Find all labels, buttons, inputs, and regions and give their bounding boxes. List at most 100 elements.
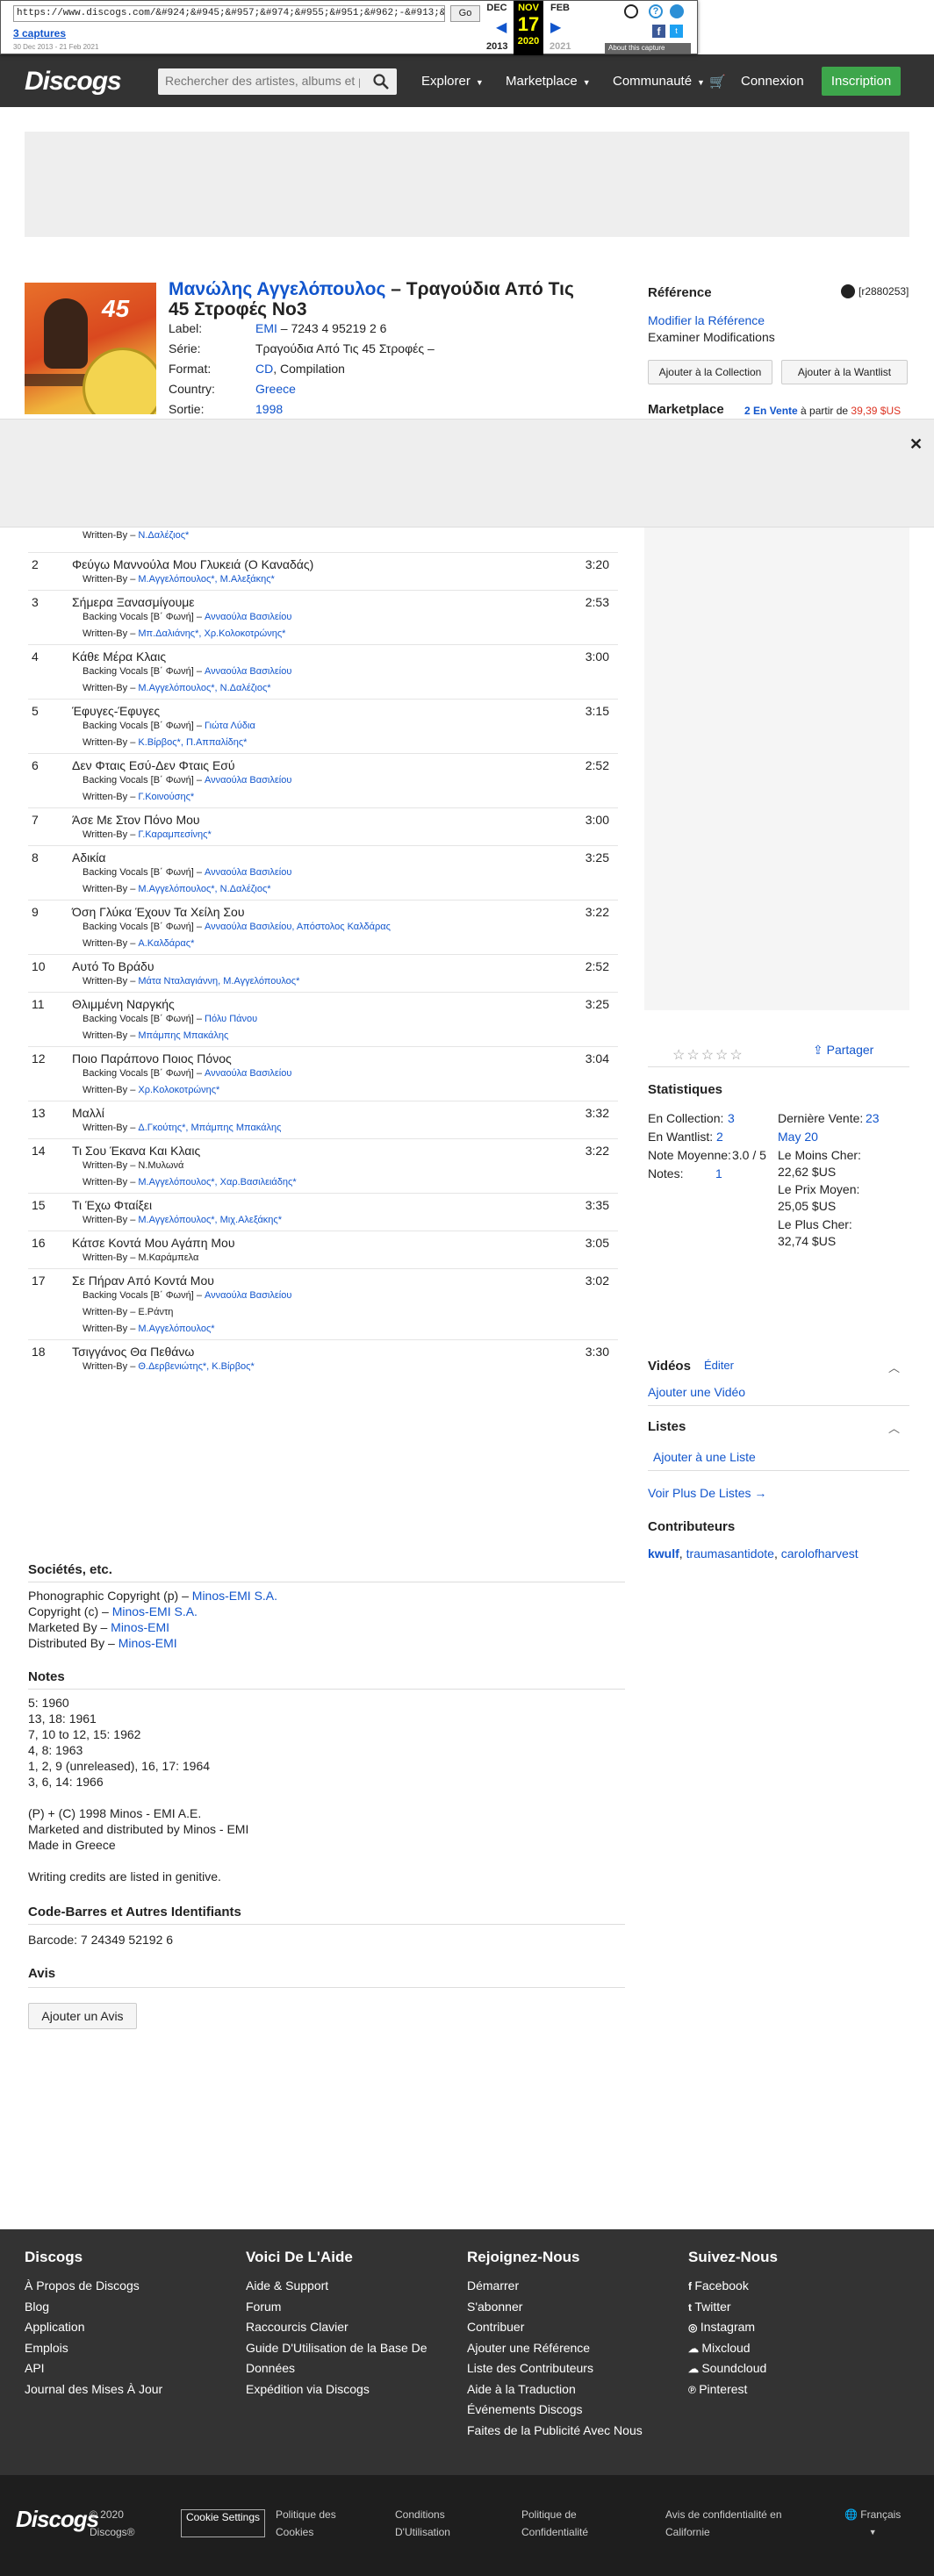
credit-names-link[interactable]: Μπ.Δαλιάνης*, Χρ.Κολοκοτρώνης* [138, 628, 285, 639]
credit-names-link[interactable]: Μ.Αγγελόπουλος*, Μιχ.Αλεξάκης* [138, 1215, 282, 1225]
wayback-prev-arrow-icon[interactable]: ◀ [496, 18, 507, 36]
footer-link[interactable]: Raccourcis Clavier [246, 2320, 348, 2334]
footer-link[interactable]: t Twitter [688, 2300, 731, 2314]
credit-names-link[interactable]: Δ.Γκούτης*, Μπάμπης Μπακάλης [138, 1123, 281, 1133]
lists-collapse-icon[interactable]: ︿ [888, 1419, 900, 1436]
add-review-button[interactable]: Ajouter un Avis [28, 2003, 137, 2029]
search-box[interactable] [158, 68, 397, 95]
contributor-link[interactable]: traumasantidote [686, 1546, 774, 1561]
footer-link[interactable]: Application [25, 2320, 85, 2334]
credit-names-link[interactable]: Ανναούλα Βασιλείου [205, 775, 291, 786]
footer-link[interactable]: ☁ Mixcloud [688, 2341, 751, 2355]
rating-stars[interactable]: ☆☆☆☆☆ [672, 1046, 744, 1064]
stat-collection-link[interactable]: 3 [728, 1111, 735, 1125]
credit-names-link[interactable]: Ανναούλα Βασιλείου [205, 1068, 291, 1079]
footer-link[interactable]: ◎ Instagram [688, 2320, 755, 2334]
footer-link[interactable]: Démarrer [467, 2278, 519, 2293]
footer-link[interactable]: ☁ Soundcloud [688, 2361, 766, 2375]
close-ad-icon[interactable]: ✕ [909, 435, 923, 454]
footer-link[interactable]: Liste des Contributeurs [467, 2361, 593, 2375]
share-button[interactable]: ⇪ Partager [813, 1043, 873, 1058]
credit-names-link[interactable]: Θ.Δερβενιώτης*, Κ.Βίρβος* [138, 1361, 254, 1372]
credit-names-link[interactable]: Χρ.Κολοκοτρώνης* [138, 1085, 219, 1095]
videos-edit-link[interactable]: Éditer [704, 1359, 734, 1372]
footer-link[interactable]: Aide & Support [246, 2278, 328, 2293]
nav-communaute[interactable]: Communauté ▼ [613, 74, 705, 89]
wayback-next-year[interactable]: 2021 [550, 41, 571, 52]
footer-link[interactable]: Ajouter une Référence [467, 2341, 590, 2355]
wayback-user-icon[interactable] [624, 4, 638, 18]
credit-names-link[interactable]: Α.Καλδάρας* [138, 938, 194, 949]
artist-link[interactable]: Μανώλης Αγγελόπουλος [169, 279, 385, 299]
stat-last-sale-b[interactable]: May 20 [778, 1130, 818, 1144]
credit-names-link[interactable]: Ανναούλα Βασιλείου [205, 867, 291, 878]
wayback-close-icon[interactable] [670, 4, 684, 18]
credit-names-link[interactable]: Μ.Αγγελόπουλος*, Ν.Δαλέζιος* [138, 683, 270, 693]
wayback-go-button[interactable]: Go [450, 5, 480, 22]
wayback-twitter-icon[interactable]: t [670, 25, 683, 38]
credit-names-link[interactable]: Ανναούλα Βασιλείου, Απόστολος Καλδάρας [205, 922, 391, 932]
login-link[interactable]: Connexion [741, 74, 804, 89]
search-input[interactable] [165, 74, 360, 88]
stat-wantlist-link[interactable]: 2 [716, 1130, 723, 1144]
credit-names-link[interactable]: Ανναούλα Βασιλείου [205, 1290, 291, 1301]
footer-logo[interactable]: Discogs [16, 2506, 99, 2533]
terms-link[interactable]: Conditions D'Utilisation [395, 2506, 450, 2541]
contributor-link[interactable]: carolofharvest [781, 1546, 859, 1561]
company-link[interactable]: Minos-EMI S.A. [192, 1589, 277, 1603]
search-icon[interactable] [372, 73, 390, 90]
credit-names-link[interactable]: Ν.Δαλέζιος* [138, 530, 189, 541]
credit-names-link[interactable]: Γ.Καραμπεσίνης* [138, 829, 211, 840]
history-link[interactable]: Examiner Modifications [648, 330, 775, 344]
edit-reference-link[interactable]: Modifier la Référence [648, 313, 765, 327]
footer-link[interactable]: Données [246, 2361, 295, 2375]
country-link[interactable]: Greece [255, 382, 296, 396]
footer-link[interactable]: Blog [25, 2300, 49, 2314]
stat-last-sale-a[interactable]: 23 [866, 1111, 880, 1125]
footer-link[interactable]: S'abonner [467, 2300, 522, 2314]
release-cover-image[interactable]: 45 [25, 283, 156, 414]
footer-link[interactable]: ℗ Pinterest [688, 2382, 747, 2396]
serie-link[interactable]: Τραγούδια Από Τις 45 Στροφές – [255, 341, 435, 355]
footer-link[interactable]: Guide D'Utilisation de la Base De [246, 2341, 427, 2355]
add-list-link[interactable]: Ajouter à une Liste [653, 1450, 756, 1464]
credit-names-link[interactable]: Μπάμπης Μπακάλης [138, 1030, 228, 1041]
footer-link[interactable]: Aide à la Traduction [467, 2382, 576, 2396]
credit-names-link[interactable]: Μ.Αγγελόπουλος*, Χαρ.Βασιλειάδης* [138, 1177, 296, 1188]
wayback-facebook-icon[interactable]: f [652, 25, 665, 38]
credit-names-link[interactable]: Μάτα Νταλαγιάννη, Μ.Αγγελόπουλος* [138, 976, 299, 987]
credit-names-link[interactable]: Πόλυ Πάνου [205, 1014, 257, 1024]
company-link[interactable]: Minos-EMI S.A. [112, 1604, 198, 1618]
wayback-next-arrow-icon[interactable]: ▶ [550, 18, 561, 36]
discogs-logo[interactable]: Discogs [25, 67, 122, 97]
cookie-policy-link[interactable]: Politique des Cookies [276, 2506, 336, 2541]
footer-link[interactable]: Événements Discogs [467, 2402, 583, 2416]
wayback-next-month[interactable]: FEB [545, 3, 575, 13]
company-link[interactable]: Minos-EMI [111, 1620, 169, 1634]
language-select[interactable]: 🌐 Français ▼ [844, 2506, 901, 2541]
credit-names-link[interactable]: Μ.Αγγελόπουλος*, Μ.Αλεξάκης* [138, 574, 274, 585]
sortie-link[interactable]: 1998 [255, 402, 283, 416]
label-link[interactable]: EMI [255, 321, 277, 335]
more-lists-link[interactable]: Voir Plus De Listes → [648, 1486, 766, 1500]
wayback-captures-link[interactable]: 3 captures [13, 27, 66, 39]
footer-link[interactable]: Contribuer [467, 2320, 524, 2334]
cookie-settings-button[interactable]: Cookie Settings [181, 2509, 265, 2537]
company-link[interactable]: Minos-EMI [119, 1636, 177, 1650]
credit-names-link[interactable]: Ανναούλα Βασιλείου [205, 666, 291, 677]
credit-names-link[interactable]: Μ.Αγγελόπουλος* [138, 1324, 214, 1334]
videos-collapse-icon[interactable]: ︿ [888, 1359, 900, 1375]
add-video-link[interactable]: Ajouter une Vidéo [648, 1385, 745, 1399]
signup-button[interactable]: Inscription [822, 67, 901, 96]
footer-link[interactable]: À Propos de Discogs [25, 2278, 140, 2293]
footer-link[interactable]: f Facebook [688, 2278, 749, 2293]
credit-names-link[interactable]: Γιώτα Λύδια [205, 721, 255, 731]
stat-notes-link[interactable]: 1 [715, 1166, 722, 1180]
credit-names-link[interactable]: Κ.Βίρβος*, Π.Αππαλίδης* [138, 737, 247, 748]
ca-privacy-link[interactable]: Avis de confidentialité en Californie [665, 2506, 782, 2541]
privacy-link[interactable]: Politique de Confidentialité [521, 2506, 588, 2541]
add-wantlist-button[interactable]: Ajouter à la Wantlist [781, 360, 908, 384]
credit-names-link[interactable]: Γ.Κοινούσης* [138, 792, 194, 802]
add-collection-button[interactable]: Ajouter à la Collection [648, 360, 772, 384]
footer-link[interactable]: Expédition via Discogs [246, 2382, 370, 2396]
